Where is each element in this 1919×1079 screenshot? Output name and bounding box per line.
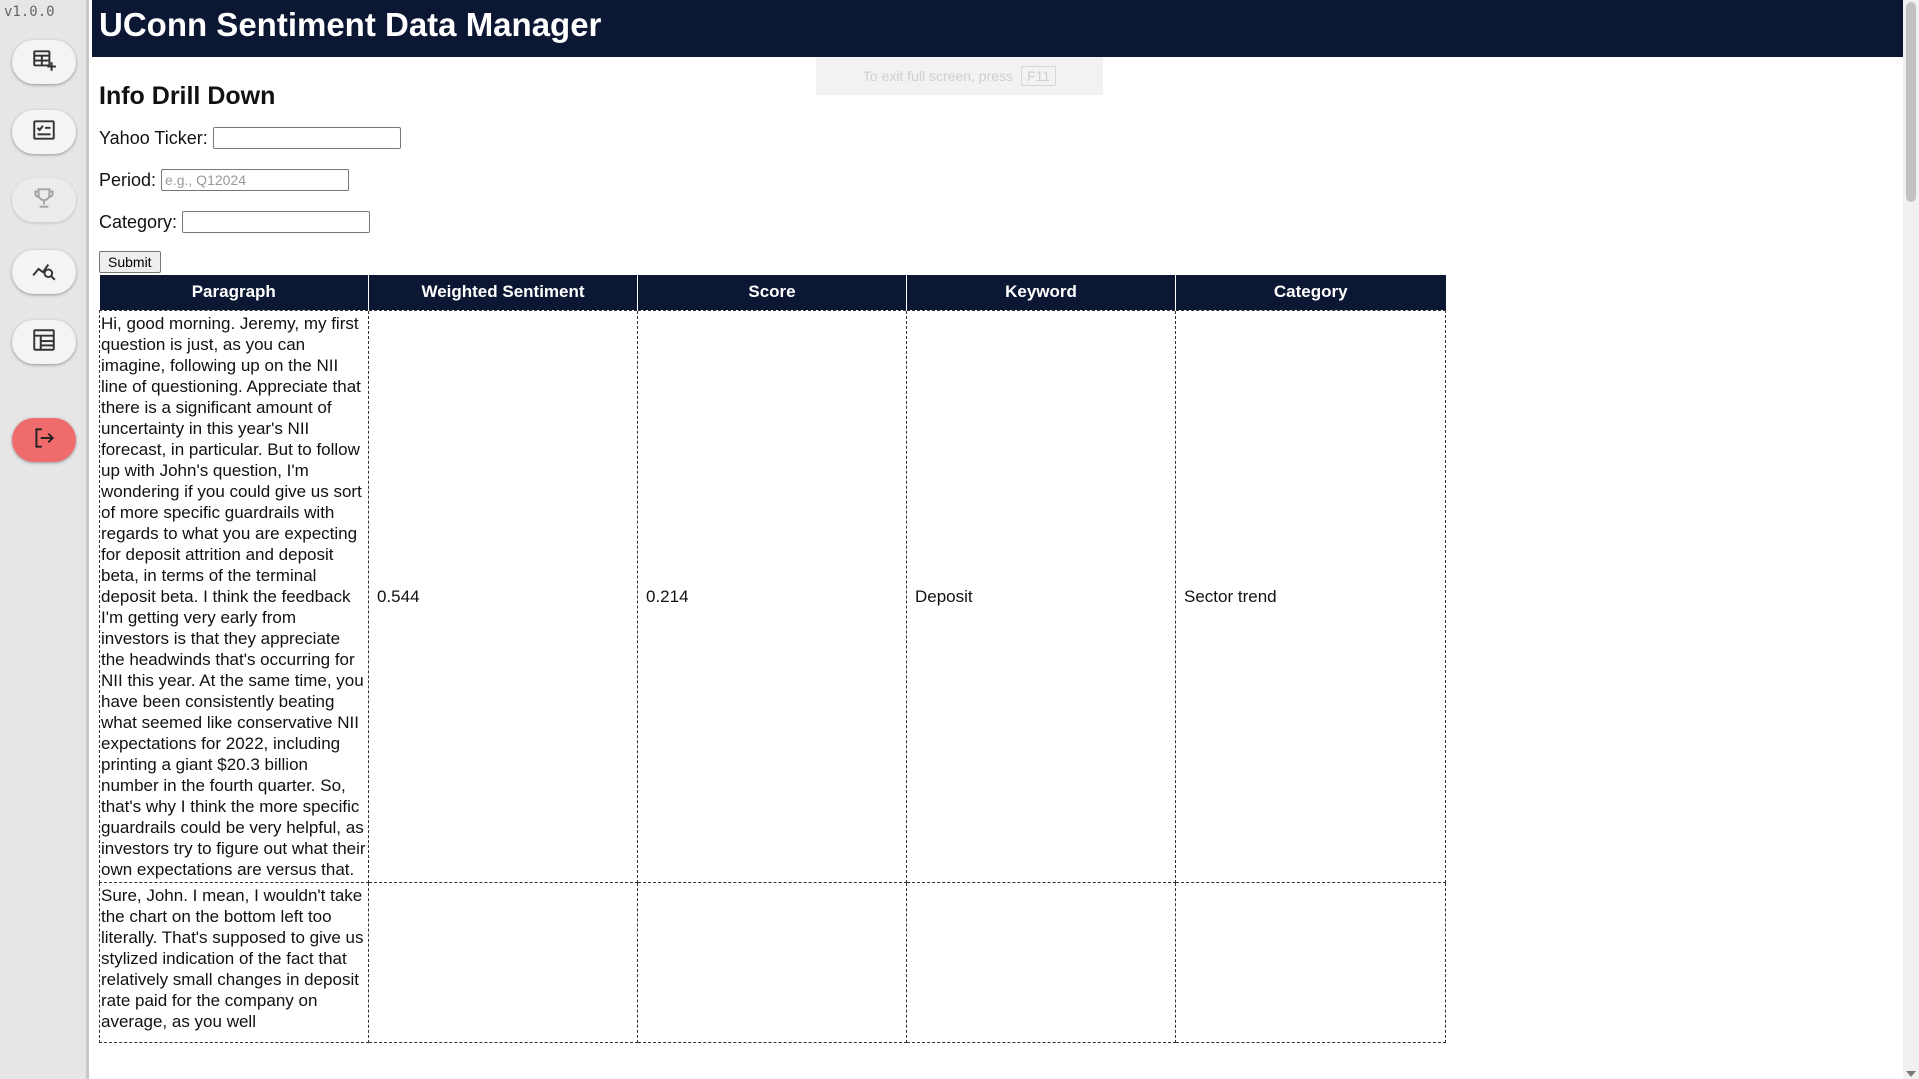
scrollbar-thumb[interactable] xyxy=(1906,2,1916,202)
ticker-input[interactable] xyxy=(212,127,401,149)
category-row: Category: xyxy=(99,211,1899,233)
chart-search-icon xyxy=(31,257,57,288)
keyword-cell: Deposit xyxy=(906,309,1176,883)
sidebar: v1.0.0 xyxy=(0,0,89,1079)
column-header-score: Score xyxy=(637,275,907,310)
checklist-icon xyxy=(31,117,57,148)
column-header-keyword: Keyword xyxy=(906,275,1176,310)
weighted-sentiment-cell: 0.544 xyxy=(368,309,638,883)
awards-button[interactable] xyxy=(12,178,76,222)
logout-button[interactable] xyxy=(12,418,76,462)
trophy-icon xyxy=(31,185,57,216)
category-cell: Sector trend xyxy=(1175,309,1446,883)
ticker-label: Yahoo Ticker: xyxy=(99,127,208,148)
category-cell xyxy=(1175,881,1446,1043)
period-label: Period: xyxy=(99,169,157,190)
paragraph-cell: Hi, good morning. Jeremy, my first quest… xyxy=(99,309,369,883)
spreadsheet-icon xyxy=(31,327,57,358)
logout-icon xyxy=(31,425,57,456)
results-table: Paragraph Weighted Sentiment Score Keywo… xyxy=(99,275,1446,1043)
scroll-down-arrow-icon[interactable] xyxy=(1906,1071,1916,1077)
score-cell: 0.214 xyxy=(637,309,907,883)
version-label: v1.0.0 xyxy=(4,4,55,20)
main-content: Info Drill Down Yahoo Ticker: Period: Ca… xyxy=(99,57,1899,1043)
table-row: Sure, John. I mean, I wouldn't take the … xyxy=(99,881,1446,1043)
column-header-category: Category xyxy=(1175,275,1446,310)
weighted-sentiment-cell xyxy=(368,881,638,1043)
category-label: Category: xyxy=(99,211,178,232)
add-data-button[interactable] xyxy=(12,40,76,84)
page-scrollbar[interactable] xyxy=(1903,0,1919,1079)
column-header-paragraph: Paragraph xyxy=(99,275,369,310)
app-header: UConn Sentiment Data Manager xyxy=(92,0,1903,57)
table-add-icon xyxy=(31,47,57,78)
period-row: Period: xyxy=(99,169,1899,191)
ticker-row: Yahoo Ticker: xyxy=(99,127,1899,149)
score-cell xyxy=(637,881,907,1043)
submit-button[interactable]: Submit xyxy=(99,251,161,273)
table-row: Hi, good morning. Jeremy, my first quest… xyxy=(99,309,1446,883)
column-header-weighted-sentiment: Weighted Sentiment xyxy=(368,275,638,310)
category-input[interactable] xyxy=(182,211,371,233)
period-input[interactable] xyxy=(161,169,350,191)
review-button[interactable] xyxy=(12,110,76,154)
paragraph-cell: Sure, John. I mean, I wouldn't take the … xyxy=(99,881,369,1043)
app-title: UConn Sentiment Data Manager xyxy=(99,6,602,43)
page-title: Info Drill Down xyxy=(99,82,276,110)
analysis-button[interactable] xyxy=(12,250,76,294)
keyword-cell xyxy=(906,881,1176,1043)
report-button[interactable] xyxy=(12,320,76,364)
table-header-row: Paragraph Weighted Sentiment Score Keywo… xyxy=(99,275,1446,310)
